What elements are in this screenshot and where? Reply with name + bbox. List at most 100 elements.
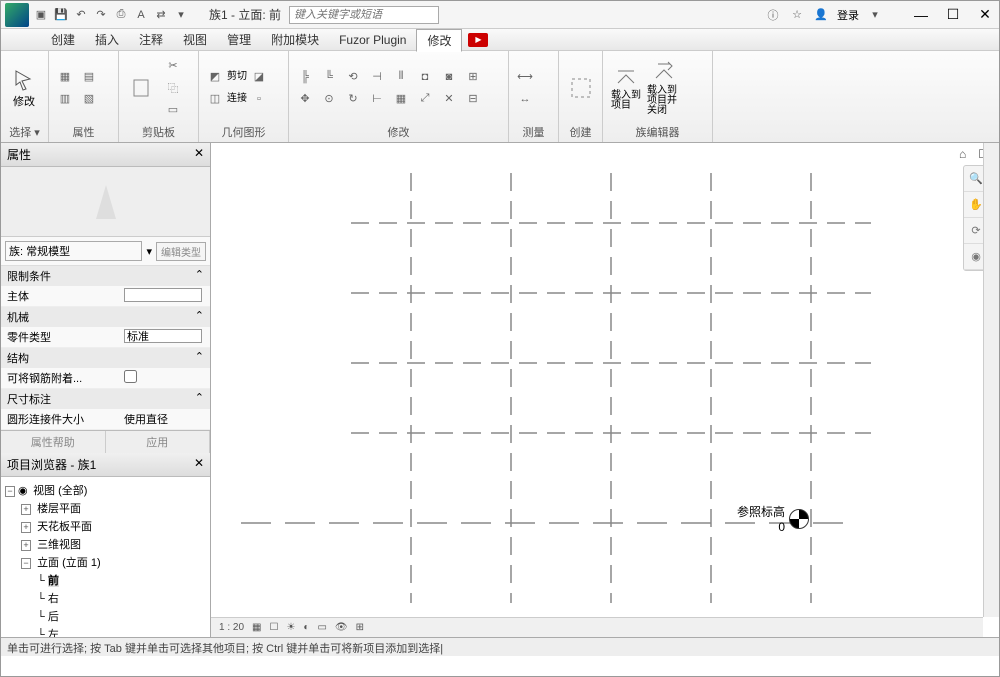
home-icon[interactable]: ⌂ bbox=[959, 147, 966, 161]
tab-insert[interactable]: 插入 bbox=[85, 29, 129, 50]
tree-3d-views[interactable]: + 三维视图 bbox=[5, 535, 206, 553]
open-icon[interactable]: ▣ bbox=[33, 7, 49, 23]
print-icon[interactable]: ⎙ bbox=[113, 7, 129, 23]
reveal-icon[interactable]: ⊞ bbox=[356, 622, 364, 633]
tab-modify[interactable]: 修改 bbox=[416, 29, 462, 52]
mirror-icon[interactable]: ⟲ bbox=[343, 67, 363, 87]
info-icon[interactable]: ⓘ bbox=[765, 7, 781, 23]
join-geom-icon[interactable]: ◫ bbox=[205, 89, 225, 109]
tab-annotate[interactable]: 注释 bbox=[129, 29, 173, 50]
rotate-icon[interactable]: ↻ bbox=[343, 89, 363, 109]
align-icon[interactable]: ╠ bbox=[295, 67, 315, 87]
maximize-button[interactable]: ☐ bbox=[943, 6, 963, 24]
shadow-icon[interactable]: ◐ bbox=[303, 622, 309, 633]
tab-addins[interactable]: 附加模块 bbox=[261, 29, 329, 50]
hide-icon[interactable]: 👁 bbox=[335, 622, 348, 633]
group-mechanical[interactable]: 机械⌃ bbox=[1, 307, 210, 327]
drawing-canvas[interactable]: 参照标高 0 ⌂ ☐ 🔍 ✋ ⟳ ◉ 1 : 20 ▦ ☐ ☀ ◐ ▭ 👁 ⊞ bbox=[211, 143, 999, 637]
tab-create[interactable]: 创建 bbox=[41, 29, 85, 50]
minimize-button[interactable]: — bbox=[911, 6, 931, 24]
window-title: 族1 - 立面: 前 bbox=[209, 6, 281, 23]
group-structural[interactable]: 结构⌃ bbox=[1, 348, 210, 368]
sync-icon[interactable]: ⇄ bbox=[153, 7, 169, 23]
sun-icon[interactable]: ☀ bbox=[286, 622, 295, 633]
text-icon[interactable]: A bbox=[133, 7, 149, 23]
reference-level[interactable]: 参照标高 0 bbox=[737, 503, 809, 534]
copy-mod-icon[interactable]: ⊙ bbox=[319, 89, 339, 109]
tab-view[interactable]: 视图 bbox=[173, 29, 217, 50]
scale-icon[interactable]: ⤢ bbox=[415, 89, 435, 109]
tree-elev-right[interactable]: └ 右 bbox=[5, 589, 206, 607]
tree-ceiling-plans[interactable]: + 天花板平面 bbox=[5, 517, 206, 535]
user-icon[interactable]: 👤 bbox=[813, 7, 829, 23]
undo-icon[interactable]: ↶ bbox=[73, 7, 89, 23]
create-button[interactable] bbox=[565, 76, 596, 100]
tree-floor-plans[interactable]: + 楼层平面 bbox=[5, 499, 206, 517]
dim-icon[interactable]: ↔ bbox=[515, 89, 535, 109]
close-icon[interactable]: ✕ bbox=[194, 456, 204, 473]
extend-icon[interactable]: ⊢ bbox=[367, 89, 387, 109]
group-dimensions[interactable]: 尺寸标注⌃ bbox=[1, 389, 210, 409]
paste-button[interactable] bbox=[125, 76, 159, 100]
rebar-checkbox[interactable] bbox=[124, 370, 137, 383]
vertical-scrollbar[interactable] bbox=[983, 143, 999, 617]
trim-icon[interactable]: ⊣ bbox=[367, 67, 387, 87]
group-constraints[interactable]: 限制条件⌃ bbox=[1, 266, 210, 286]
redo-icon[interactable]: ↷ bbox=[93, 7, 109, 23]
notch-icon[interactable]: ◪ bbox=[249, 67, 269, 87]
split-el-icon[interactable]: ⫴ bbox=[391, 67, 411, 87]
unpin-icon[interactable]: ◙ bbox=[439, 67, 459, 87]
move-icon[interactable]: ✥ bbox=[295, 89, 315, 109]
modify-button[interactable]: 修改 bbox=[7, 67, 41, 109]
cut-geom-icon[interactable]: ◩ bbox=[205, 67, 225, 87]
play-icon[interactable]: ▶ bbox=[468, 33, 488, 47]
type-selector[interactable]: 族: 常规模型 bbox=[5, 241, 142, 261]
search-input[interactable] bbox=[289, 6, 439, 24]
dropdown-icon[interactable]: ▾ bbox=[173, 7, 189, 23]
group-geometry: 几何图形 bbox=[205, 122, 282, 140]
copy-icon[interactable]: ⿻ bbox=[163, 78, 183, 98]
type-icon[interactable]: ▤ bbox=[79, 67, 99, 87]
close-button[interactable]: ✕ bbox=[975, 6, 995, 24]
split-icon[interactable]: ▫ bbox=[249, 89, 269, 109]
group-modify: 修改 bbox=[295, 122, 502, 140]
pin-icon[interactable]: ◘ bbox=[415, 67, 435, 87]
help-icon[interactable]: ▾ bbox=[867, 7, 883, 23]
match-icon[interactable]: ▭ bbox=[163, 100, 183, 120]
visual-style-icon[interactable]: ☐ bbox=[269, 622, 278, 633]
status-bar: 单击可进行选择; 按 Tab 键并单击可选择其他项目; 按 Ctrl 键并单击可… bbox=[1, 637, 999, 656]
tree-elevations[interactable]: − 立面 (立面 1) bbox=[5, 553, 206, 571]
ungroup-icon[interactable]: ⊟ bbox=[463, 89, 483, 109]
apply-button[interactable]: 应用 bbox=[106, 431, 211, 453]
array-icon[interactable]: ▦ bbox=[391, 89, 411, 109]
star-icon[interactable]: ☆ bbox=[789, 7, 805, 23]
tab-fuzor[interactable]: Fuzor Plugin bbox=[329, 31, 416, 49]
detail-icon[interactable]: ▦ bbox=[252, 622, 261, 633]
props-icon[interactable]: ▦ bbox=[55, 67, 75, 87]
chevron-down-icon[interactable]: ▾ bbox=[146, 245, 152, 258]
login-link[interactable]: 登录 bbox=[837, 7, 859, 23]
tree-elev-left[interactable]: └ 左 bbox=[5, 625, 206, 637]
type-icon-2[interactable]: ▧ bbox=[79, 89, 99, 109]
tree-elev-front[interactable]: └ 前 bbox=[5, 571, 206, 589]
tab-manage[interactable]: 管理 bbox=[217, 29, 261, 50]
cut-icon[interactable]: ✂ bbox=[163, 56, 183, 76]
load-close-button[interactable]: 载入到 项目并关闭 bbox=[647, 60, 681, 116]
part-type-input[interactable] bbox=[124, 329, 202, 343]
props-help-button[interactable]: 属性帮助 bbox=[1, 431, 106, 453]
load-project-button[interactable]: 载入到 项目 bbox=[609, 65, 643, 111]
group-props: 属性 bbox=[55, 122, 112, 140]
measure-icon[interactable]: ⟷ bbox=[515, 67, 535, 87]
edit-type-button[interactable]: 编辑类型 bbox=[156, 242, 206, 261]
close-icon[interactable]: ✕ bbox=[194, 146, 204, 163]
offset-icon[interactable]: ╚ bbox=[319, 67, 339, 87]
props-icon-2[interactable]: ▥ bbox=[55, 89, 75, 109]
scale-control[interactable]: 1 : 20 bbox=[219, 622, 244, 633]
tree-views[interactable]: −◉ 视图 (全部) bbox=[5, 481, 206, 499]
delete-icon[interactable]: ✕ bbox=[439, 89, 459, 109]
host-input[interactable] bbox=[124, 288, 202, 302]
group-icon[interactable]: ⊞ bbox=[463, 67, 483, 87]
save-icon[interactable]: 💾 bbox=[53, 7, 69, 23]
tree-elev-back[interactable]: └ 后 bbox=[5, 607, 206, 625]
crop-icon[interactable]: ▭ bbox=[317, 622, 326, 633]
